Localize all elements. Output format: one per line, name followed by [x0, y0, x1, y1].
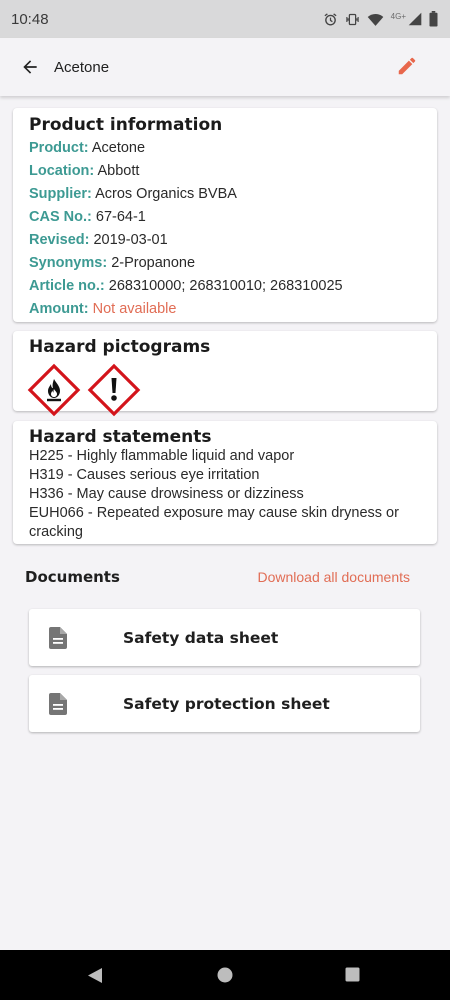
info-key: CAS No.:: [29, 209, 92, 225]
arrow-back-icon: [23, 60, 37, 74]
statement-line: H319 - Causes serious eye irritation: [29, 467, 260, 483]
pictogram-list: [27, 363, 421, 417]
flammable-pictogram-icon: [27, 363, 81, 417]
edit-button[interactable]: [396, 55, 420, 79]
vibrate-icon: [345, 13, 359, 25]
info-key: Revised:: [29, 232, 90, 248]
nav-recents-icon[interactable]: [345, 967, 360, 982]
pencil-icon: [398, 57, 416, 75]
nav-home-icon[interactable]: [217, 967, 233, 983]
info-row-amount: Amount: Not available: [29, 298, 421, 321]
alarm-icon: [324, 12, 337, 25]
statement-line: EUH066 - Repeated exposure may cause ski…: [29, 505, 399, 521]
document-label: Safety protection sheet: [123, 694, 330, 713]
status-bar: 10:48 4G+: [0, 0, 450, 38]
hazard-pictograms-card: Hazard pictograms: [13, 331, 437, 417]
info-key: Product:: [29, 140, 89, 156]
info-row-revised: Revised: 2019-03-01: [29, 229, 421, 252]
statement-line: H336 - May cause drowsiness or dizziness: [29, 486, 304, 502]
info-key: Supplier:: [29, 186, 92, 202]
info-value: Acros Organics BVBA: [95, 186, 237, 202]
info-value: 2019-03-01: [93, 232, 168, 248]
info-row-article: Article no.: 268310000; 268310010; 26831…: [29, 275, 421, 298]
documents-title: Documents: [25, 568, 120, 586]
document-icon: [49, 626, 67, 649]
hazard-pictograms-title: Hazard pictograms: [29, 337, 211, 357]
info-value: Abbott: [97, 163, 140, 179]
statement-line: cracking: [29, 524, 83, 540]
statement-line: H225 - Highly flammable liquid and vapor: [29, 448, 295, 464]
info-value: 268310000; 268310010; 268310025: [108, 278, 343, 294]
product-info-title: Product information: [29, 115, 223, 135]
page-title: Acetone: [54, 58, 110, 76]
cell-signal-icon: [408, 12, 422, 26]
info-row-supplier: Supplier: Acros Organics BVBA: [29, 183, 421, 206]
info-value: 67-64-1: [95, 209, 146, 225]
documents-header: Documents Download all documents: [25, 568, 410, 586]
info-row-synonyms: Synonyms: 2-Propanone: [29, 252, 421, 275]
app-bar: Acetone: [0, 38, 450, 96]
info-row-cas: CAS No.: 67-64-1: [29, 206, 421, 229]
nav-back-icon[interactable]: [87, 967, 103, 984]
network-label: 4G+: [390, 11, 406, 21]
product-info-card: Product information Product: Acetone Loc…: [13, 108, 437, 322]
system-nav-bar: [0, 950, 450, 1000]
hazard-statements-title: Hazard statements: [29, 427, 212, 447]
hazard-statements-card: Hazard statements H225 - Highly flammabl…: [13, 421, 437, 544]
wifi-icon: [367, 13, 383, 26]
info-key: Article no.:: [29, 278, 105, 294]
info-key: Synonyms:: [29, 255, 108, 271]
status-time: 10:48: [11, 10, 49, 28]
info-row-product: Product: Acetone: [29, 137, 421, 160]
document-item-safety-data-sheet[interactable]: Safety data sheet: [29, 609, 420, 666]
info-key: Location:: [29, 163, 95, 179]
battery-icon: [429, 11, 438, 27]
back-button[interactable]: [18, 55, 42, 79]
document-label: Safety data sheet: [123, 628, 279, 647]
download-all-link[interactable]: Download all documents: [257, 569, 410, 585]
info-value: Not available: [92, 301, 177, 317]
status-icons: 4G+: [323, 11, 438, 27]
document-item-safety-protection-sheet[interactable]: Safety protection sheet: [29, 675, 420, 732]
document-icon: [49, 692, 67, 715]
info-value: 2-Propanone: [111, 255, 196, 271]
info-row-location: Location: Abbott: [29, 160, 421, 183]
exclamation-pictogram-icon: [87, 363, 141, 417]
info-key: Amount:: [29, 301, 89, 317]
info-value: Acetone: [91, 140, 146, 156]
